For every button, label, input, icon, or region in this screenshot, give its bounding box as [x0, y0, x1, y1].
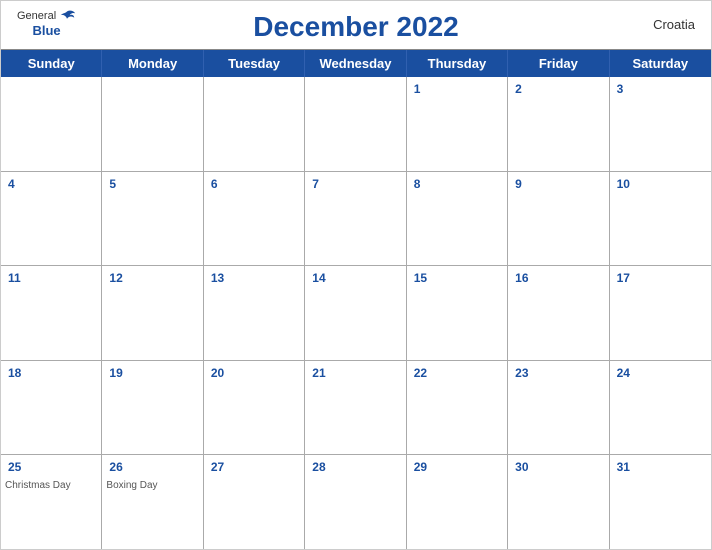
- logo-bird-icon: [58, 9, 76, 23]
- week-row-4: 18 19 20 21 22 23 24: [1, 361, 711, 456]
- day-number: 26: [106, 460, 125, 474]
- day-header-saturday: Saturday: [610, 50, 711, 77]
- day-cell: 18: [1, 361, 102, 455]
- day-cell: 21: [305, 361, 406, 455]
- country-label: Croatia: [653, 17, 695, 32]
- day-cell: 25 Christmas Day: [1, 455, 102, 549]
- day-number: 11: [5, 271, 24, 285]
- logo: General Blue: [17, 9, 76, 38]
- day-number: 21: [309, 366, 328, 380]
- day-cell: 16: [508, 266, 609, 360]
- day-cell: 15: [407, 266, 508, 360]
- day-headers-row: SundayMondayTuesdayWednesdayThursdayFrid…: [1, 50, 711, 77]
- weeks-container: 1234567891011121314151617181920212223242…: [1, 77, 711, 549]
- day-header-wednesday: Wednesday: [305, 50, 406, 77]
- week-row-3: 11 12 13 14 15 16 17: [1, 266, 711, 361]
- day-cell: 9: [508, 172, 609, 266]
- day-number: 23: [512, 366, 531, 380]
- logo-general-text: General: [17, 10, 56, 22]
- day-number: 30: [512, 460, 531, 474]
- day-header-sunday: Sunday: [1, 50, 102, 77]
- day-cell: 24: [610, 361, 711, 455]
- day-cell: 27: [204, 455, 305, 549]
- day-cell: 11: [1, 266, 102, 360]
- day-number: 2: [512, 82, 525, 96]
- calendar-header: General Blue December 2022 Croatia: [1, 1, 711, 49]
- day-cell: 19: [102, 361, 203, 455]
- day-number: 13: [208, 271, 227, 285]
- day-number: 27: [208, 460, 227, 474]
- day-number: 8: [411, 177, 424, 191]
- day-cell: 3: [610, 77, 711, 171]
- day-cell: 5: [102, 172, 203, 266]
- day-event: Boxing Day: [106, 479, 198, 492]
- day-cell: 1: [407, 77, 508, 171]
- day-cell: 28: [305, 455, 406, 549]
- day-header-tuesday: Tuesday: [204, 50, 305, 77]
- logo-blue-text: Blue: [32, 23, 60, 38]
- day-number: 19: [106, 366, 125, 380]
- day-cell: 13: [204, 266, 305, 360]
- day-number: 28: [309, 460, 328, 474]
- day-cell: 12: [102, 266, 203, 360]
- day-cell: [102, 77, 203, 171]
- day-number: 14: [309, 271, 328, 285]
- calendar-title: December 2022: [253, 11, 458, 43]
- day-cell: 20: [204, 361, 305, 455]
- day-number: 20: [208, 366, 227, 380]
- day-number: 31: [614, 460, 633, 474]
- day-cell: 17: [610, 266, 711, 360]
- day-number: 25: [5, 460, 24, 474]
- day-number: 16: [512, 271, 531, 285]
- day-number: 3: [614, 82, 627, 96]
- day-number: 4: [5, 177, 18, 191]
- day-number: 6: [208, 177, 221, 191]
- day-cell: [305, 77, 406, 171]
- week-row-1: 1 2 3: [1, 77, 711, 172]
- calendar: General Blue December 2022 Croatia Sunda…: [0, 0, 712, 550]
- day-number: 7: [309, 177, 322, 191]
- week-row-5: 25 Christmas Day 26 Boxing Day 27 28 29 30 31: [1, 455, 711, 549]
- day-cell: [204, 77, 305, 171]
- day-cell: 10: [610, 172, 711, 266]
- day-cell: 31: [610, 455, 711, 549]
- day-cell: 23: [508, 361, 609, 455]
- day-number: 18: [5, 366, 24, 380]
- calendar-grid: SundayMondayTuesdayWednesdayThursdayFrid…: [1, 49, 711, 549]
- day-number: 24: [614, 366, 633, 380]
- day-cell: [1, 77, 102, 171]
- day-number: 22: [411, 366, 430, 380]
- day-cell: 4: [1, 172, 102, 266]
- day-cell: 22: [407, 361, 508, 455]
- day-event: Christmas Day: [5, 479, 97, 492]
- day-number: 9: [512, 177, 525, 191]
- day-cell: 14: [305, 266, 406, 360]
- day-cell: 30: [508, 455, 609, 549]
- day-cell: 2: [508, 77, 609, 171]
- day-number: 29: [411, 460, 430, 474]
- day-cell: 6: [204, 172, 305, 266]
- day-cell: 29: [407, 455, 508, 549]
- day-number: 15: [411, 271, 430, 285]
- day-number: 10: [614, 177, 633, 191]
- day-number: 12: [106, 271, 125, 285]
- day-header-friday: Friday: [508, 50, 609, 77]
- day-number: 17: [614, 271, 633, 285]
- day-header-thursday: Thursday: [407, 50, 508, 77]
- day-number: 1: [411, 82, 424, 96]
- day-number: 5: [106, 177, 119, 191]
- day-header-monday: Monday: [102, 50, 203, 77]
- day-cell: 26 Boxing Day: [102, 455, 203, 549]
- day-cell: 8: [407, 172, 508, 266]
- week-row-2: 4 5 6 7 8 9 10: [1, 172, 711, 267]
- day-cell: 7: [305, 172, 406, 266]
